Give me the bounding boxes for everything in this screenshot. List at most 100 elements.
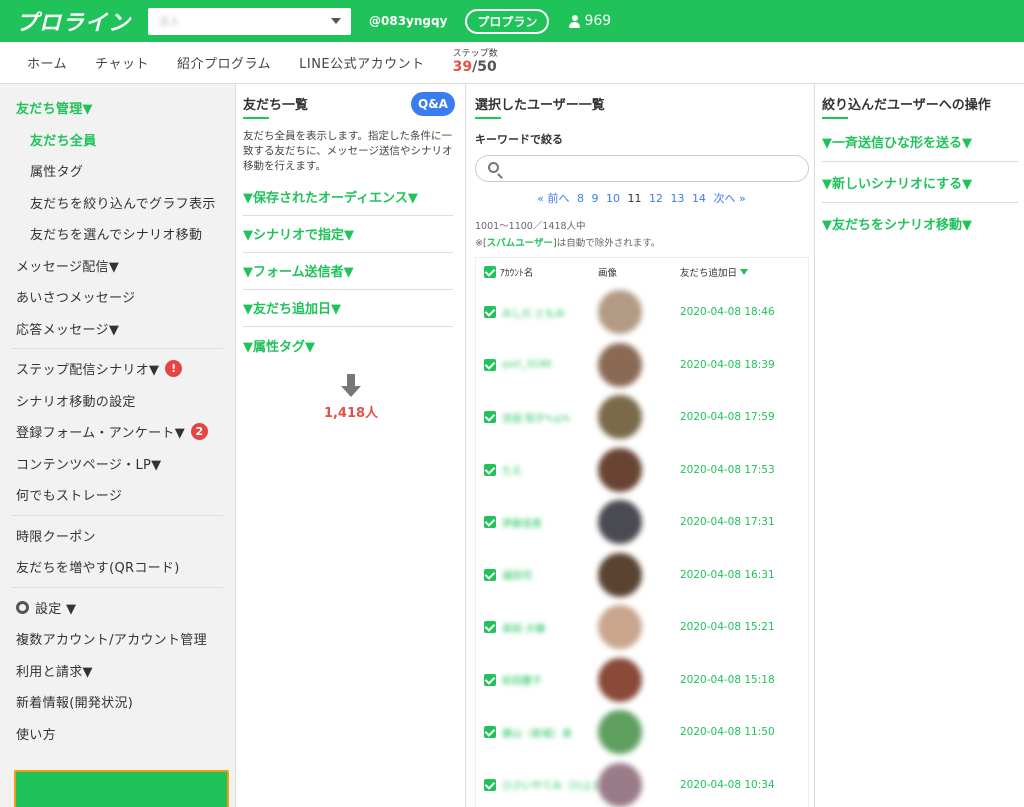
notification-badge: 2 xyxy=(191,423,208,441)
col-date-header[interactable]: 友だち追加日 xyxy=(680,265,749,279)
sidebar-item-settings[interactable]: 設定 ▼ xyxy=(0,592,235,624)
row-checkbox[interactable] xyxy=(484,411,496,424)
avatar xyxy=(598,342,642,387)
sidebar-item-friends-all[interactable]: 友だち全員 xyxy=(0,124,235,156)
added-date: 2020-04-08 11:50 xyxy=(680,726,775,739)
sidebar-bottom-button[interactable] xyxy=(14,770,229,807)
account-select[interactable]: 法人 xyxy=(148,7,351,35)
qa-button[interactable]: Q&A xyxy=(411,92,455,116)
sidebar-item-filter-graph[interactable]: 友だちを絞り込んでグラフ表示 xyxy=(0,187,235,219)
account-name[interactable]: 吉田 知子✎◎✎ xyxy=(502,410,571,425)
avatar xyxy=(598,762,642,807)
sidebar-item-label: 設定 ▼ xyxy=(35,601,77,617)
sidebar-item-scenario-move[interactable]: シナリオ移動の設定 xyxy=(0,385,235,417)
gear-icon xyxy=(16,600,29,614)
avatar xyxy=(598,657,642,702)
sidebar-item-storage[interactable]: 何でもストレージ xyxy=(0,479,235,511)
filter-saved-audience[interactable]: ▼保存されたオーディエンス▼ xyxy=(243,179,453,216)
app-logo[interactable]: プロライン xyxy=(16,5,136,37)
sidebar-item-billing[interactable]: 利用と請求▼ xyxy=(0,655,235,687)
nav-referral[interactable]: 紹介プログラム xyxy=(177,53,271,72)
sidebar: 友だち管理▼ 友だち全員 属性タグ 友だちを絞り込んでグラフ表示 友だちを選んで… xyxy=(0,84,236,807)
row-checkbox[interactable] xyxy=(484,726,496,739)
pager-page[interactable]: 13 xyxy=(671,192,685,205)
account-name[interactable]: 福田司 xyxy=(502,567,532,582)
op-send-template[interactable]: ▼一斉送信ひな形を送る▼ xyxy=(822,121,1018,162)
sidebar-item-qr[interactable]: 友だちを増やす(QRコード) xyxy=(0,551,235,583)
sidebar-item-reply[interactable]: 応答メッセージ▼ xyxy=(0,313,235,345)
nav-chat[interactable]: チャット xyxy=(95,53,149,72)
sidebar-item-label: ステップ配信シナリオ▼ xyxy=(16,363,160,379)
sidebar-item-step-scenario[interactable]: ステップ配信シナリオ▼ ! xyxy=(0,353,235,385)
account-name[interactable]: yuri_3190 xyxy=(502,359,552,370)
divider xyxy=(12,348,223,349)
col-date-label: 友だち追加日 xyxy=(680,268,738,279)
row-name-cell: 前田慶子 xyxy=(476,672,598,687)
keyword-label: キーワードで絞る xyxy=(475,133,563,146)
pager-page[interactable]: 9 xyxy=(592,192,599,205)
table-row: みしだ ともみ 2020-04-08 18:46 xyxy=(476,286,808,339)
sidebar-item-contents[interactable]: コンテンツページ・LP▼ xyxy=(0,448,235,480)
table-row: 吉田 知子✎◎✎ 2020-04-08 17:59 xyxy=(476,391,808,444)
account-name[interactable]: 伊藤佳恵 xyxy=(502,515,542,530)
nav-line-official[interactable]: LINE公式アカウント xyxy=(299,53,425,72)
filter-form-sender[interactable]: ▼フォーム送信者▼ xyxy=(243,253,453,290)
sidebar-item-greeting[interactable]: あいさつメッセージ xyxy=(0,281,235,313)
pager-page[interactable]: 14 xyxy=(692,192,706,205)
row-checkbox[interactable] xyxy=(484,306,496,319)
user-id: @083yngqy xyxy=(369,14,448,28)
account-name[interactable]: みしだ ともみ xyxy=(502,305,565,320)
account-name[interactable]: ひさいやてみ（川上ま xyxy=(502,777,598,792)
row-checkbox[interactable] xyxy=(484,516,496,529)
sidebar-item-label: 登録フォーム・アンケート▼ xyxy=(16,426,185,442)
row-name-cell: 福田司 xyxy=(476,567,598,582)
pager-next[interactable]: 次へ » xyxy=(714,192,746,205)
filter-scenario[interactable]: ▼シナリオで指定▼ xyxy=(243,216,453,253)
search-input[interactable] xyxy=(506,158,796,179)
row-checkbox[interactable] xyxy=(484,778,496,791)
col-name-label: ｱｶｳﾝﾄ名 xyxy=(500,268,534,279)
filter-attr-tag[interactable]: ▼属性タグ▼ xyxy=(243,327,453,364)
table-row: ひさいやてみ（川上ま 2020-04-08 10:34 xyxy=(476,759,808,807)
table-row: 福田司 2020-04-08 16:31 xyxy=(476,549,808,602)
sidebar-item-multi-account[interactable]: 複数アカウント/アカウント管理 xyxy=(0,623,235,655)
account-name[interactable]: 高田 大輔 xyxy=(502,620,545,635)
spam-prefix: ※[ xyxy=(475,238,487,249)
sidebar-item-select-scenario[interactable]: 友だちを選んでシナリオ移動 xyxy=(0,218,235,250)
title-underline xyxy=(822,117,848,119)
row-image-cell xyxy=(598,710,680,755)
pager-page[interactable]: 10 xyxy=(606,192,620,205)
select-all-checkbox[interactable] xyxy=(484,266,496,278)
added-date: 2020-04-08 18:46 xyxy=(680,306,775,319)
op-new-scenario[interactable]: ▼新しいシナリオにする▼ xyxy=(822,162,1018,203)
row-checkbox[interactable] xyxy=(484,358,496,371)
row-checkbox[interactable] xyxy=(484,621,496,634)
account-name[interactable]: 勝山（新城）美 xyxy=(502,725,572,740)
sidebar-item-form[interactable]: 登録フォーム・アンケート▼ 2 xyxy=(0,416,235,448)
sidebar-item-attr-tag[interactable]: 属性タグ xyxy=(0,155,235,187)
sidebar-item-coupon[interactable]: 時限クーポン xyxy=(0,520,235,552)
plan-button[interactable]: プロプラン xyxy=(465,8,550,34)
row-checkbox[interactable] xyxy=(484,463,496,476)
pager-page[interactable]: 8 xyxy=(577,192,584,205)
account-name[interactable]: たえ xyxy=(502,462,522,477)
account-name[interactable]: 前田慶子 xyxy=(502,672,542,687)
row-image-cell xyxy=(598,605,680,650)
pager-page[interactable]: 12 xyxy=(649,192,663,205)
op-move-scenario[interactable]: ▼友だちをシナリオ移動▼ xyxy=(822,203,1018,244)
sidebar-friends-head[interactable]: 友だち管理▼ xyxy=(0,92,235,124)
main-nav: ホーム チャット 紹介プログラム LINE公式アカウント ステップ数 39/50 xyxy=(0,42,1024,84)
sidebar-item-message[interactable]: メッセージ配信▼ xyxy=(0,250,235,282)
search-icon xyxy=(488,162,499,173)
row-image-cell xyxy=(598,500,680,545)
filter-added-date[interactable]: ▼友だち追加日▼ xyxy=(243,290,453,327)
sidebar-item-news[interactable]: 新着情報(開発状況) xyxy=(0,686,235,718)
nav-home[interactable]: ホーム xyxy=(27,53,67,72)
row-image-cell xyxy=(598,762,680,807)
row-checkbox[interactable] xyxy=(484,673,496,686)
pager-prev[interactable]: « 前へ xyxy=(537,192,569,205)
top-bar: プロライン 法人 @083yngqy プロプラン 969 xyxy=(0,0,1024,42)
sidebar-item-howto[interactable]: 使い方 xyxy=(0,718,235,750)
row-image-cell xyxy=(598,657,680,702)
row-checkbox[interactable] xyxy=(484,568,496,581)
